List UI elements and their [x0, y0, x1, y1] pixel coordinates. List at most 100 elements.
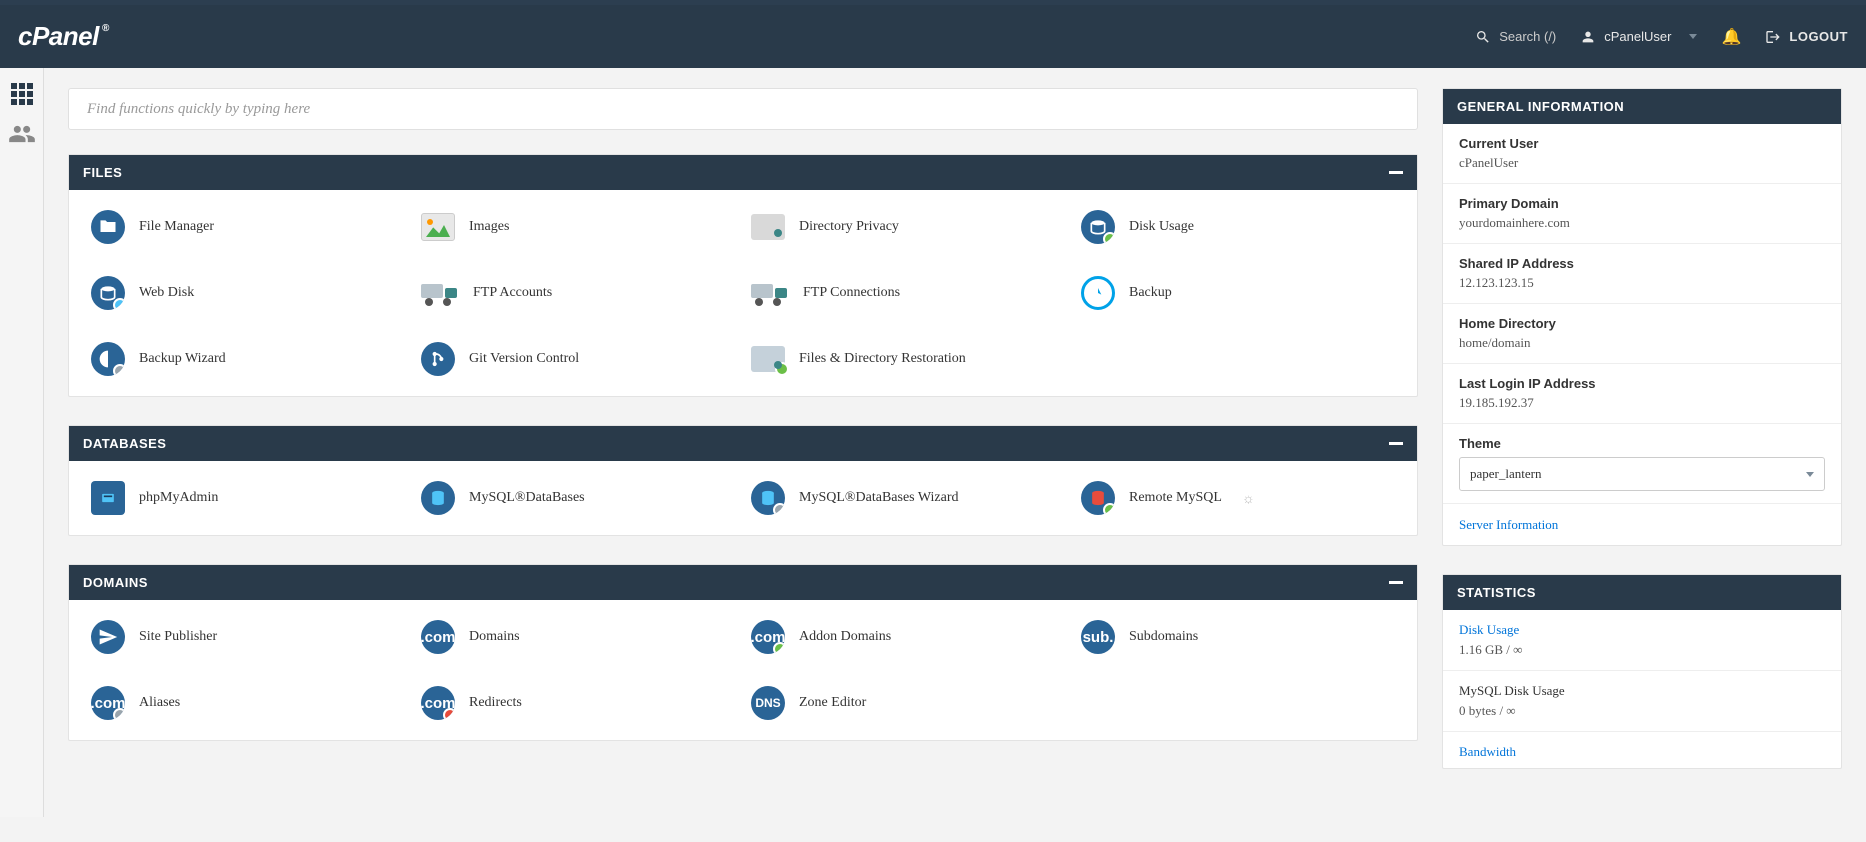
info-current-user: Current User cPanelUser	[1443, 124, 1841, 184]
app-file-restore[interactable]: Files & Directory Restoration	[747, 336, 1069, 382]
panel-statistics-header: STATISTICS	[1443, 575, 1841, 610]
search-icon	[1475, 29, 1491, 45]
ftp-accounts-icon	[421, 280, 459, 306]
users-icon	[8, 120, 36, 148]
logout-icon	[1765, 29, 1781, 45]
grid-icon	[11, 83, 33, 105]
app-aliases[interactable]: .comAliases	[87, 680, 409, 726]
app-zone-editor[interactable]: DNSZone Editor	[747, 680, 1069, 726]
phpmyadmin-icon	[91, 481, 125, 515]
app-site-publisher[interactable]: Site Publisher	[87, 614, 409, 660]
header-search-text: Search (/)	[1499, 29, 1556, 44]
domains-icon: .com	[421, 620, 455, 654]
file-manager-icon	[91, 210, 125, 244]
panel-files-title: FILES	[83, 165, 122, 180]
panel-files-header[interactable]: FILES	[69, 155, 1417, 190]
site-publisher-icon	[91, 620, 125, 654]
quick-search-box[interactable]	[68, 88, 1418, 130]
directory-privacy-icon	[751, 214, 785, 240]
panel-databases-title: DATABASES	[83, 436, 166, 451]
subdomains-icon: sub.	[1081, 620, 1115, 654]
backup-wizard-icon	[91, 342, 125, 376]
app-file-manager[interactable]: File Manager	[87, 204, 409, 250]
app-subdomains[interactable]: sub.Subdomains	[1077, 614, 1399, 660]
mysql-db-icon	[421, 481, 455, 515]
cpanel-logo[interactable]: cPanel®	[18, 21, 99, 52]
stat-bandwidth: Bandwidth	[1443, 732, 1841, 768]
disk-usage-icon	[1081, 210, 1115, 244]
info-icon: ☼	[1242, 490, 1255, 506]
general-info-title: GENERAL INFORMATION	[1457, 99, 1624, 114]
chevron-down-icon	[1689, 34, 1697, 39]
backup-icon	[1081, 276, 1115, 310]
sidebar	[0, 68, 44, 817]
sidebar-home-button[interactable]	[8, 82, 36, 106]
collapse-icon	[1389, 171, 1403, 174]
username: cPanelUser	[1604, 29, 1671, 44]
panel-databases-header[interactable]: DATABASES	[69, 426, 1417, 461]
panel-domains: DOMAINS Site Publisher .comDomains .comA…	[68, 564, 1418, 741]
statistics-title: STATISTICS	[1457, 585, 1536, 600]
app-backup[interactable]: Backup	[1077, 270, 1399, 316]
git-icon	[421, 342, 455, 376]
app-redirects[interactable]: .comRedirects	[417, 680, 739, 726]
panel-general-info-header: GENERAL INFORMATION	[1443, 89, 1841, 124]
app-ftp-connections[interactable]: FTP Connections	[747, 270, 1069, 316]
collapse-icon	[1389, 581, 1403, 584]
app-mysql-wizard[interactable]: MySQL®DataBases Wizard	[747, 475, 1069, 521]
app-remote-mysql[interactable]: Remote MySQL☼	[1077, 475, 1399, 521]
panel-domains-title: DOMAINS	[83, 575, 148, 590]
ftp-connections-icon	[751, 280, 789, 306]
sidebar-users-button[interactable]	[8, 122, 36, 146]
panel-domains-header[interactable]: DOMAINS	[69, 565, 1417, 600]
server-information-link[interactable]: Server Information	[1459, 517, 1558, 532]
app-addon-domains[interactable]: .comAddon Domains	[747, 614, 1069, 660]
info-shared-ip: Shared IP Address 12.123.123.15	[1443, 244, 1841, 304]
app-directory-privacy[interactable]: Directory Privacy	[747, 204, 1069, 250]
app-phpmyadmin[interactable]: phpMyAdmin	[87, 475, 409, 521]
stat-disk-usage: Disk Usage 1.16 GB / ∞	[1443, 610, 1841, 671]
logout-label: LOGOUT	[1789, 29, 1848, 44]
panel-general-info: GENERAL INFORMATION Current User cPanelU…	[1442, 88, 1842, 546]
header: cPanel® Search (/) cPanelUser 🔔 LOGOUT	[0, 5, 1866, 68]
aliases-icon: .com	[91, 686, 125, 720]
addon-domains-icon: .com	[751, 620, 785, 654]
app-ftp-accounts[interactable]: FTP Accounts	[417, 270, 739, 316]
mysql-wizard-icon	[751, 481, 785, 515]
remote-mysql-icon	[1081, 481, 1115, 515]
app-mysql-db[interactable]: MySQL®DataBases	[417, 475, 739, 521]
stat-bandwidth-link[interactable]: Bandwidth	[1459, 744, 1825, 760]
chevron-down-icon	[1806, 472, 1814, 477]
user-icon	[1580, 29, 1596, 45]
panel-files: FILES File Manager Images Directory Priv…	[68, 154, 1418, 397]
theme-value: paper_lantern	[1470, 466, 1541, 482]
app-backup-wizard[interactable]: Backup Wizard	[87, 336, 409, 382]
stat-mysql-title: MySQL Disk Usage	[1459, 683, 1825, 699]
stat-mysql-disk-usage: MySQL Disk Usage 0 bytes / ∞	[1443, 671, 1841, 732]
panel-statistics: STATISTICS Disk Usage 1.16 GB / ∞ MySQL …	[1442, 574, 1842, 769]
redirects-icon: .com	[421, 686, 455, 720]
panel-databases: DATABASES phpMyAdmin MySQL®DataBases MyS…	[68, 425, 1418, 536]
info-server-link-row: Server Information	[1443, 504, 1841, 545]
app-domains[interactable]: .comDomains	[417, 614, 739, 660]
info-home-directory: Home Directory home/domain	[1443, 304, 1841, 364]
logout-button[interactable]: LOGOUT	[1765, 29, 1848, 45]
header-search[interactable]: Search (/)	[1475, 29, 1556, 45]
file-restore-icon	[751, 346, 785, 372]
info-primary-domain: Primary Domain yourdomainhere.com	[1443, 184, 1841, 244]
app-images[interactable]: Images	[417, 204, 739, 250]
app-git[interactable]: Git Version Control	[417, 336, 739, 382]
theme-select[interactable]: paper_lantern	[1459, 457, 1825, 491]
app-disk-usage[interactable]: Disk Usage	[1077, 204, 1399, 250]
collapse-icon	[1389, 442, 1403, 445]
user-menu[interactable]: cPanelUser	[1580, 29, 1697, 45]
app-web-disk[interactable]: Web Disk	[87, 270, 409, 316]
info-theme: Theme paper_lantern	[1443, 424, 1841, 504]
stat-disk-usage-link[interactable]: Disk Usage	[1459, 622, 1825, 638]
zone-editor-icon: DNS	[751, 686, 785, 720]
images-icon	[421, 213, 455, 241]
quick-search-input[interactable]	[87, 101, 1399, 118]
info-last-login-ip: Last Login IP Address 19.185.192.37	[1443, 364, 1841, 424]
web-disk-icon	[91, 276, 125, 310]
notifications-button[interactable]: 🔔	[1721, 27, 1741, 47]
